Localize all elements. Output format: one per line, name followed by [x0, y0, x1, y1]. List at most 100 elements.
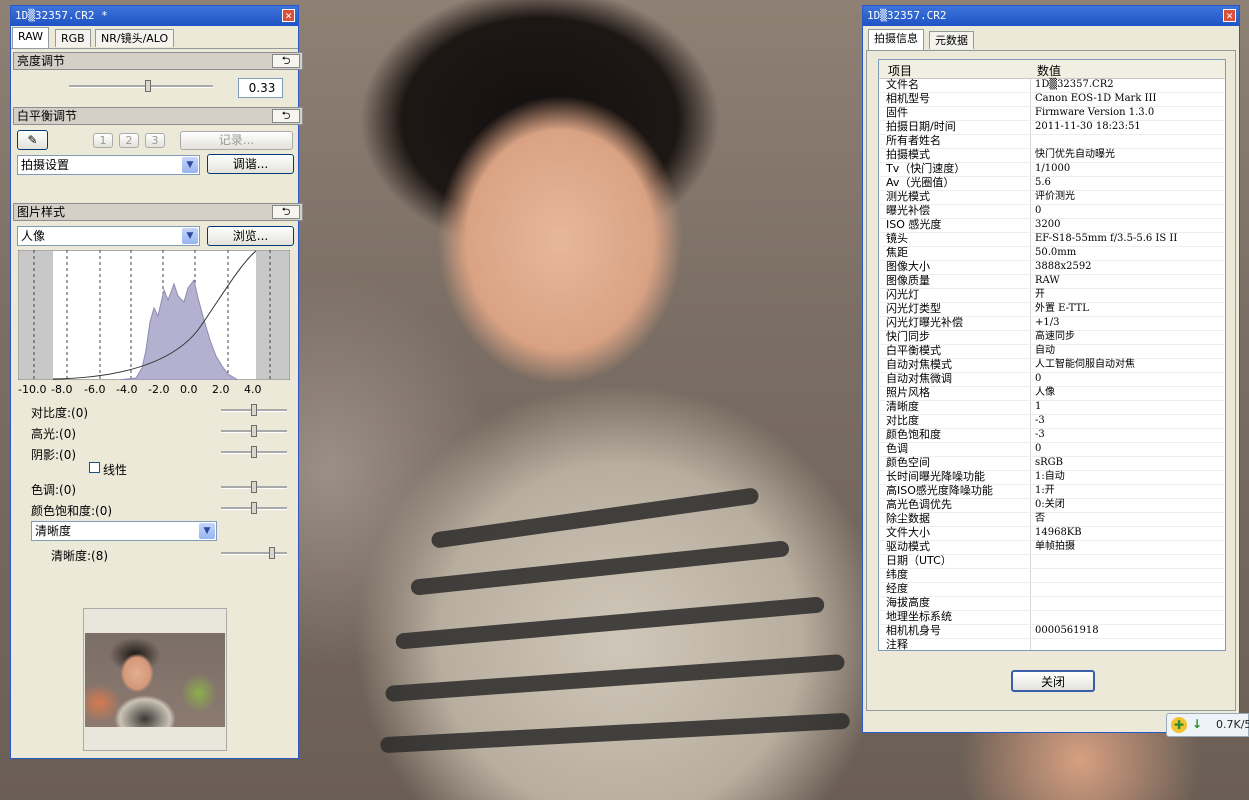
table-row[interactable]: 拍摄日期/时间 2011-11-30 18:23:51	[879, 121, 1225, 135]
picture-style-reset-button[interactable]: ⮌	[272, 205, 300, 219]
row-value: 50.0mm	[1035, 247, 1077, 258]
table-row[interactable]: 注释	[879, 639, 1225, 651]
table-row[interactable]: 颜色饱和度 -3	[879, 429, 1225, 443]
navigator-thumbnail[interactable]	[83, 608, 227, 751]
tab-raw[interactable]: RAW	[12, 27, 49, 48]
row-value: 人工智能伺服自动对焦	[1035, 359, 1135, 370]
shadow-label: 阴影:(0)	[31, 448, 77, 462]
table-row[interactable]: 快门同步 高速同步	[879, 331, 1225, 345]
table-row[interactable]: 测光模式 评价测光	[879, 191, 1225, 205]
row-item: 纬度	[886, 568, 908, 581]
table-row[interactable]: 焦距 50.0mm	[879, 247, 1225, 261]
picture-style-browse-button[interactable]: 浏览...	[207, 226, 294, 246]
table-row[interactable]: 所有者姓名	[879, 135, 1225, 149]
wb-preset-3-button[interactable]: 3	[145, 133, 165, 148]
tone-curve-histogram[interactable]	[18, 250, 290, 380]
shadow-slider-thumb[interactable]	[251, 446, 257, 458]
table-row[interactable]: 驱动模式 单帧拍摄	[879, 541, 1225, 555]
table-row[interactable]: 照片风格 人像	[879, 387, 1225, 401]
close-icon[interactable]: ✕	[1223, 9, 1236, 22]
row-item: 焦距	[886, 246, 908, 259]
linear-checkbox[interactable]	[89, 462, 100, 473]
table-row[interactable]: 闪光灯曝光补偿 +1/3	[879, 317, 1225, 331]
table-row[interactable]: 色调 0	[879, 443, 1225, 457]
tab-nr-lens-alo[interactable]: NR/镜头/ALO	[95, 29, 175, 47]
table-row[interactable]: 固件 Firmware Version 1.3.0	[879, 107, 1225, 121]
table-row[interactable]: 文件名 1D▒32357.CR2	[879, 79, 1225, 93]
row-value: 快门优先自动曝光	[1035, 149, 1115, 160]
tone-slider-thumb[interactable]	[251, 481, 257, 493]
brightness-value-field[interactable]: 0.33	[238, 78, 283, 98]
table-row[interactable]: 日期（UTC）	[879, 555, 1225, 569]
table-row[interactable]: 闪光灯 开	[879, 289, 1225, 303]
white-balance-reset-button[interactable]: ⮌	[272, 109, 300, 123]
row-value: Canon EOS-1D Mark III	[1035, 93, 1157, 104]
tool-palette-titlebar[interactable]: 1D▒32357.CR2 * ✕	[11, 6, 298, 26]
table-row[interactable]: 高ISO感光度降噪功能 1:开	[879, 485, 1225, 499]
tab-shooting-info[interactable]: 拍摄信息	[868, 29, 924, 50]
table-row[interactable]: 相机机身号 0000561918	[879, 625, 1225, 639]
table-row[interactable]: 纬度	[879, 569, 1225, 583]
table-row[interactable]: 图像大小 3888x2592	[879, 261, 1225, 275]
info-window-titlebar[interactable]: 1D▒32357.CR2 ✕	[863, 6, 1239, 26]
table-row[interactable]: 颜色空间 sRGB	[879, 457, 1225, 471]
network-icon: ✚	[1171, 717, 1187, 733]
sharpness-slider-thumb[interactable]	[269, 547, 275, 559]
table-row[interactable]: 地理坐标系统	[879, 611, 1225, 625]
wb-mode-select[interactable]: 拍摄设置 ▼	[17, 155, 200, 175]
table-row[interactable]: ISO 感光度 3200	[879, 219, 1225, 233]
contrast-slider-thumb[interactable]	[251, 404, 257, 416]
brightness-slider-thumb[interactable]	[145, 80, 152, 92]
white-balance-section-title: 白平衡调节	[17, 109, 78, 123]
table-row[interactable]: 文件大小 14968KB	[879, 527, 1225, 541]
wb-adjust-button[interactable]: 调谐...	[207, 154, 294, 174]
table-row[interactable]: 拍摄模式 快门优先自动曝光	[879, 149, 1225, 163]
table-row[interactable]: 图像质量 RAW	[879, 275, 1225, 289]
histogram-tick-label: -6.0	[84, 383, 106, 396]
wb-record-button[interactable]: 记录...	[180, 131, 293, 150]
table-row[interactable]: Av（光圈值） 5.6	[879, 177, 1225, 191]
histogram-tick-label: 4.0	[244, 383, 262, 396]
info-window-tabs: 拍摄信息 元数据	[866, 28, 1236, 51]
row-item: 图像质量	[886, 274, 930, 287]
highlight-slider-thumb[interactable]	[251, 425, 257, 437]
table-row[interactable]: 自动对焦模式 人工智能伺服自动对焦	[879, 359, 1225, 373]
table-row[interactable]: 相机型号 Canon EOS-1D Mark III	[879, 93, 1225, 107]
table-row[interactable]: 清晰度 1	[879, 401, 1225, 415]
tab-rgb[interactable]: RGB	[55, 29, 91, 47]
eyedropper-icon[interactable]: ✎	[17, 130, 48, 150]
brightness-reset-button[interactable]: ⮌	[272, 54, 300, 68]
info-table-header: 项目 数值	[879, 60, 1225, 79]
table-row[interactable]: 镜头 EF-S18-55mm f/3.5-5.6 IS II	[879, 233, 1225, 247]
brightness-slider-track[interactable]	[69, 85, 213, 88]
table-row[interactable]: Tv（快门速度） 1/1000	[879, 163, 1225, 177]
column-header-value[interactable]: 数值	[1037, 62, 1061, 79]
table-row[interactable]: 白平衡模式 自动	[879, 345, 1225, 359]
tab-metadata[interactable]: 元数据	[929, 31, 974, 49]
row-value: RAW	[1035, 275, 1060, 286]
table-row[interactable]: 闪光灯类型 外置 E-TTL	[879, 303, 1225, 317]
table-row[interactable]: 自动对焦微调 0	[879, 373, 1225, 387]
picture-style-select[interactable]: 人像 ▼	[17, 226, 200, 246]
table-row[interactable]: 海拔高度	[879, 597, 1225, 611]
wb-preset-2-button[interactable]: 2	[119, 133, 139, 148]
row-item: 清晰度	[886, 400, 919, 413]
table-row[interactable]: 经度	[879, 583, 1225, 597]
wb-preset-1-button[interactable]: 1	[93, 133, 113, 148]
row-item: 拍摄日期/时间	[886, 120, 956, 133]
close-button[interactable]: 关闭	[1011, 670, 1095, 692]
saturation-slider-thumb[interactable]	[251, 502, 257, 514]
table-row[interactable]: 高光色调优先 0:关闭	[879, 499, 1225, 513]
table-row[interactable]: 除尘数据 否	[879, 513, 1225, 527]
row-item: 地理坐标系统	[886, 610, 952, 623]
table-row[interactable]: 长时间曝光降噪功能 1:自动	[879, 471, 1225, 485]
table-row[interactable]: 对比度 -3	[879, 415, 1225, 429]
row-item: 海拔高度	[886, 596, 930, 609]
close-icon[interactable]: ✕	[282, 9, 295, 22]
table-row[interactable]: 曝光补偿 0	[879, 205, 1225, 219]
sharpness-mode-select[interactable]: 清晰度 ▼	[31, 521, 217, 541]
network-speed-badge[interactable]: ✚ ↓ 0.7K/5	[1166, 713, 1249, 737]
sharpness-slider-track[interactable]	[221, 552, 287, 555]
shooting-info-window: 1D▒32357.CR2 ✕ 拍摄信息 元数据 项目 数值 文件名 1D▒3235…	[862, 5, 1240, 733]
column-header-item[interactable]: 项目	[888, 62, 912, 79]
